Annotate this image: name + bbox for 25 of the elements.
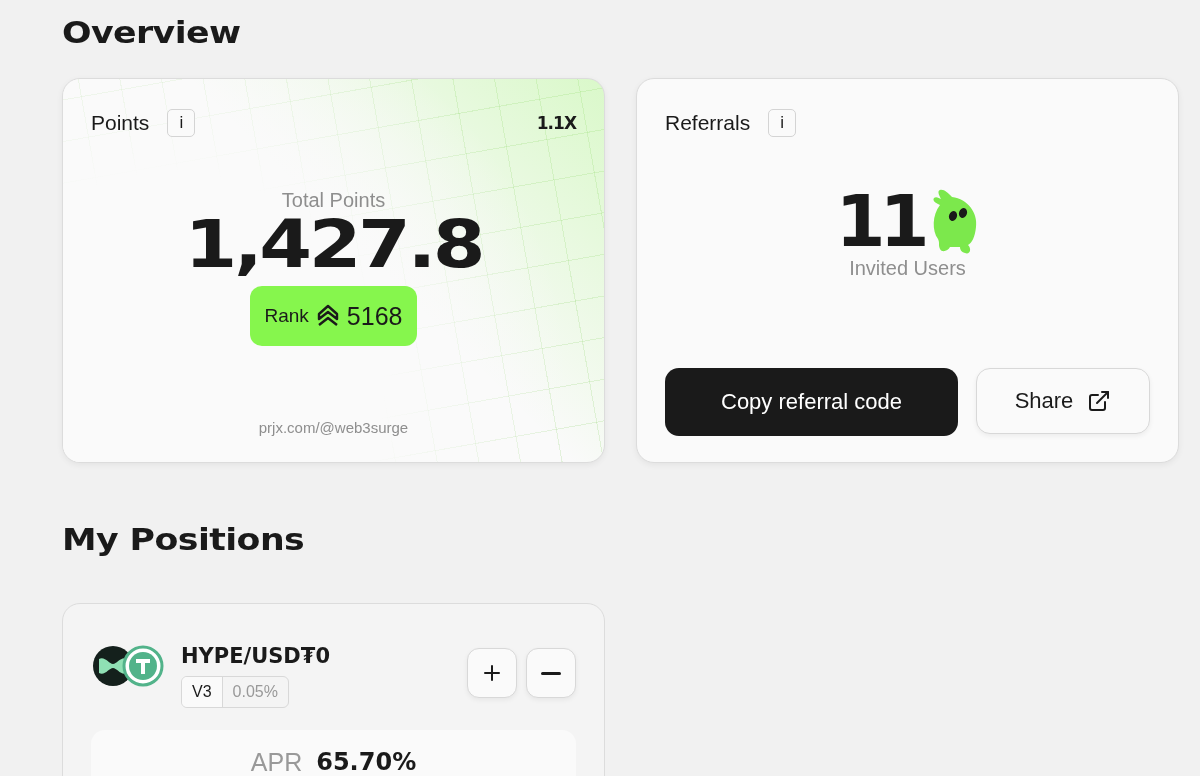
card-title: Referrals xyxy=(665,111,751,135)
total-points-value: 1,427.8 xyxy=(184,212,483,278)
version-tag: V3 xyxy=(182,677,222,707)
info-button[interactable]: i xyxy=(768,109,797,137)
apr-value: 65.70% xyxy=(316,748,417,776)
invited-count: 11 xyxy=(835,185,924,257)
share-button[interactable]: Share xyxy=(976,368,1150,434)
multiplier-label: 1.1X xyxy=(536,113,576,133)
invited-users-label: Invited Users xyxy=(849,257,966,280)
section-title: My Positions xyxy=(62,521,305,557)
minus-icon xyxy=(541,671,561,675)
info-button[interactable]: i xyxy=(167,109,196,137)
apr-label: APR xyxy=(250,748,303,776)
add-button[interactable] xyxy=(467,648,517,698)
rank-value: 5168 xyxy=(346,301,403,331)
card-title: Points xyxy=(91,111,150,135)
total-points-label: Total Points xyxy=(281,189,386,212)
rank-label: Rank xyxy=(264,305,309,327)
fee-tag: 0.05% xyxy=(221,677,288,707)
chevrons-up-icon xyxy=(316,304,339,328)
pair-name: HYPE/USD₮0 xyxy=(181,644,331,668)
external-link-icon xyxy=(1087,389,1112,413)
section-title: Overview xyxy=(62,14,241,50)
copy-code-button[interactable]: Copy referral code xyxy=(665,368,958,436)
remove-button[interactable] xyxy=(526,648,576,698)
